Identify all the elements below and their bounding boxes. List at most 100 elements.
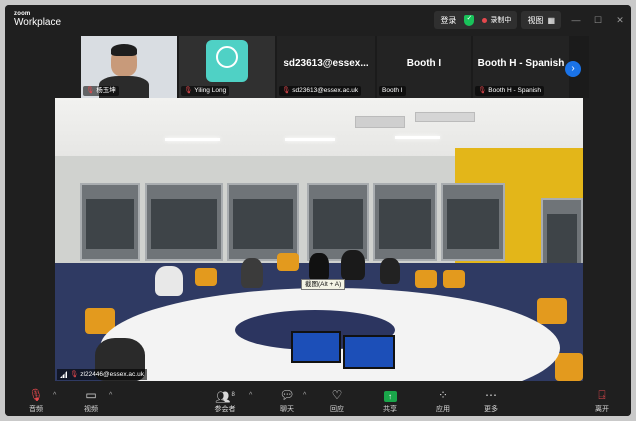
participant-tile[interactable]: Booth I Booth I: [377, 36, 471, 98]
muted-mic-icon: 🎙︎: [478, 87, 487, 94]
audio-label: 音频: [29, 406, 43, 413]
maximize-button[interactable]: ☐: [587, 15, 609, 26]
participant-name: Booth H - Spanish: [488, 87, 542, 94]
minimize-button[interactable]: —: [565, 15, 587, 25]
main-video: 截图(Alt + A) 🎙︎ zl22446@essex.ac.uk: [55, 98, 583, 381]
apps-grid-icon: ⁘: [437, 388, 449, 402]
chat-button[interactable]: 💬︎ 聊天: [267, 388, 307, 414]
view-button[interactable]: 视图 ▦: [521, 11, 561, 29]
ceiling-light: [285, 138, 335, 141]
chat-options-chevron-icon[interactable]: ^: [303, 392, 306, 399]
encryption-shield-icon[interactable]: [464, 14, 475, 26]
screenshot-tooltip: 截图(Alt + A): [301, 279, 346, 290]
participants-icon: 👥︎8: [215, 390, 235, 404]
chair: [277, 253, 299, 271]
participant-title: sd23613@essex...: [283, 58, 369, 69]
participant-tile[interactable]: Booth H - Spanish 🎙︎ Booth H - Spanish: [473, 36, 569, 98]
participant-tile[interactable]: 🎙︎ Yiling Long: [179, 36, 275, 98]
chair: [415, 270, 437, 288]
login-button[interactable]: 登录: [440, 15, 456, 26]
participants-count: 8: [231, 392, 235, 398]
view-label: 视图: [527, 15, 544, 25]
participants-button[interactable]: 👥︎8 参会者: [205, 388, 245, 414]
video-label: 视频: [84, 406, 98, 413]
participant-name-tag: Booth I: [379, 86, 406, 96]
grid-view-icon: ▦: [547, 15, 555, 25]
participant-strip: 🎙︎ 杨玉坤 🎙︎ Yiling Long sd23613@essex... 🎙︎ s…: [81, 36, 589, 98]
participants-options-chevron-icon[interactable]: ^: [249, 392, 252, 399]
muted-mic-icon: 🎙︎: [70, 371, 79, 378]
interpreter-booth: [373, 183, 437, 261]
attendee: [380, 258, 400, 284]
interpreter-booth: [80, 183, 140, 261]
audio-button[interactable]: 🎙︎ 音频: [16, 388, 56, 414]
share-button[interactable]: ↑ 共享: [370, 388, 410, 414]
heart-icon: ♡: [331, 388, 343, 402]
participant-tile[interactable]: 🎙︎ 杨玉坤: [81, 36, 177, 98]
camera-icon: ▭: [85, 388, 97, 402]
recording-dot-icon: [482, 17, 488, 23]
muted-mic-icon: 🎙︎: [86, 87, 95, 94]
share-label: 共享: [383, 406, 397, 413]
participant-name-tag: 🎙︎ 杨玉坤: [83, 86, 119, 96]
avatar-face-icon: [216, 46, 238, 68]
chat-label: 聊天: [280, 406, 294, 413]
participant-title: Booth H - Spanish: [477, 58, 565, 69]
participant-name-tag: 🎙︎ sd23613@essex.ac.uk: [279, 86, 362, 96]
chair: [537, 298, 567, 324]
speaker-name: zl22446@essex.ac.uk: [80, 371, 144, 378]
more-button[interactable]: ⋯ 更多: [471, 388, 511, 414]
signal-bars-icon: [60, 371, 67, 378]
login-security-group: 登录 录制中: [434, 11, 518, 29]
chair: [195, 268, 217, 286]
participant-name-tag: 🎙︎ Booth H - Spanish: [475, 86, 545, 96]
reactions-label: 回应: [330, 406, 344, 413]
share-icon-wrap: ↑: [370, 388, 410, 402]
ceiling-vent: [355, 116, 405, 128]
interpreter-booth: [307, 183, 369, 261]
interpreter-booth: [227, 183, 299, 261]
participant-name: Booth I: [382, 87, 403, 94]
share-screen-icon: ↑: [383, 391, 397, 402]
muted-mic-icon: 🎙︎: [184, 87, 193, 94]
video-options-chevron-icon[interactable]: ^: [109, 392, 112, 399]
zoom-window: zoom Workplace 登录 录制中 视图 ▦ — ☐ ✕ 🎙︎杨玉坤: [5, 5, 631, 416]
participant-hair: [111, 44, 137, 56]
ceiling-vent: [415, 112, 475, 122]
attendee: [341, 250, 365, 280]
participant-name-tag: 🎙︎ Yiling Long: [181, 86, 230, 96]
video-button[interactable]: ▭ 视频: [71, 388, 111, 414]
chair: [555, 353, 583, 381]
video-name-tag: 🎙︎ zl22446@essex.ac.uk: [57, 369, 147, 380]
chat-icon: 💬︎: [279, 388, 295, 402]
attendee: [155, 266, 183, 296]
monitor: [291, 331, 341, 363]
leave-button[interactable]: ⍈ 离开: [582, 388, 622, 414]
attendee: [241, 258, 263, 288]
close-button[interactable]: ✕: [609, 15, 631, 26]
participant-tile[interactable]: sd23613@essex... 🎙︎ sd23613@essex.ac.uk: [277, 36, 375, 98]
ceiling-light: [165, 138, 220, 141]
next-page-chevron-icon[interactable]: ›: [565, 61, 581, 77]
chair: [443, 270, 465, 288]
participant-name: 杨玉坤: [96, 87, 116, 94]
participant-name: Yiling Long: [194, 87, 227, 94]
monitor: [343, 335, 395, 369]
meeting-toolbar: 🎙︎ 音频 ^ ▭ 视频 ^ 👥︎8 参会者 ^ 💬︎ 聊天 ^ ♡ 回应 ↑ …: [5, 383, 631, 416]
apps-button[interactable]: ⁘ 应用: [423, 388, 463, 414]
muted-mic-icon: 🎙︎: [28, 388, 44, 402]
recording-status[interactable]: 录制中: [490, 15, 511, 25]
muted-mic-icon: 🎙︎: [282, 87, 291, 94]
more-dots-icon: ⋯: [485, 388, 497, 402]
interpreter-booth: [145, 183, 223, 261]
interpreter-booth: [441, 183, 505, 261]
leave-door-icon: ⍈: [598, 388, 606, 402]
participants-label: 参会者: [214, 406, 236, 413]
ceiling-light: [395, 136, 440, 139]
reactions-button[interactable]: ♡ 回应: [317, 388, 357, 414]
participant-title: Booth I: [406, 58, 442, 69]
leave-label: 离开: [595, 406, 609, 413]
title-bar: zoom Workplace 登录 录制中 视图 ▦ — ☐ ✕: [5, 5, 631, 35]
audio-options-chevron-icon[interactable]: ^: [53, 392, 56, 399]
app-logo: zoom Workplace: [14, 11, 61, 28]
